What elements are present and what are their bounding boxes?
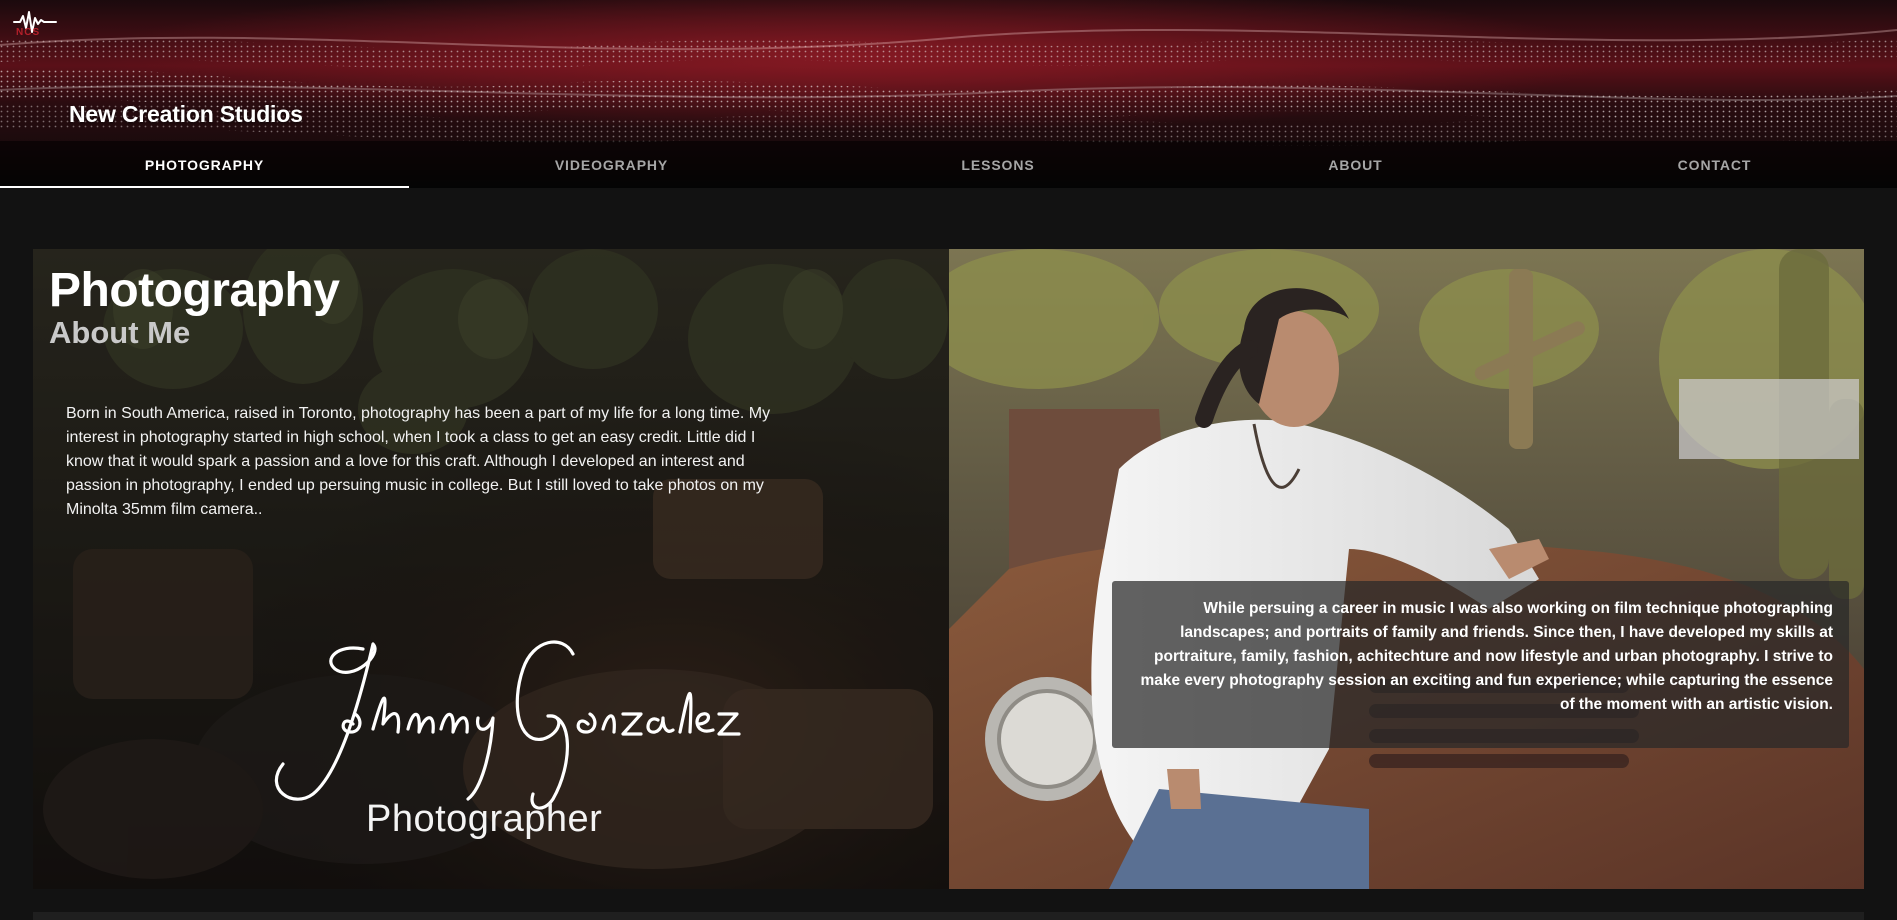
page-subtitle: About Me — [49, 315, 191, 350]
logo-text: NCS — [16, 27, 41, 38]
next-section-edge — [33, 912, 1864, 920]
tab-label: PHOTOGRAPHY — [144, 156, 265, 173]
main-nav: PHOTOGRAPHY VIDEOGRAPHY LESSONS ABOUT CO… — [0, 141, 1897, 188]
about-left-panel: Photography About Me Born in South Ameri… — [33, 249, 949, 889]
photographer-portrait-image — [949, 249, 1864, 889]
bio-continued-box: While persuing a career in music I was a… — [1112, 581, 1849, 748]
tab-label: ABOUT — [1328, 156, 1383, 173]
tab-label: LESSONS — [961, 156, 1035, 173]
site-header: NCS New Creation Studios PHOTOGRAPHY VID… — [0, 0, 1897, 188]
tab-photography[interactable]: PHOTOGRAPHY — [0, 141, 409, 188]
tab-label: VIDEOGRAPHY — [554, 156, 669, 173]
tab-label: CONTACT — [1677, 156, 1752, 173]
tab-about[interactable]: ABOUT — [1182, 141, 1529, 188]
page-title: Photography — [49, 264, 340, 317]
signature-role-text: Photographer — [366, 798, 603, 840]
tab-lessons[interactable]: LESSONS — [814, 141, 1182, 188]
photography-about-card: Photography About Me Born in South Ameri… — [33, 249, 1864, 889]
active-tab-indicator — [0, 186, 409, 188]
tab-videography[interactable]: VIDEOGRAPHY — [409, 141, 814, 188]
about-right-panel: While persuing a career in music I was a… — [949, 249, 1864, 889]
tab-contact[interactable]: CONTACT — [1529, 141, 1897, 188]
site-title[interactable]: New Creation Studios — [69, 101, 303, 128]
bio-continued-text: While persuing a career in music I was a… — [1140, 600, 1833, 713]
bio-intro-text: Born in South America, raised in Toronto… — [66, 405, 771, 518]
